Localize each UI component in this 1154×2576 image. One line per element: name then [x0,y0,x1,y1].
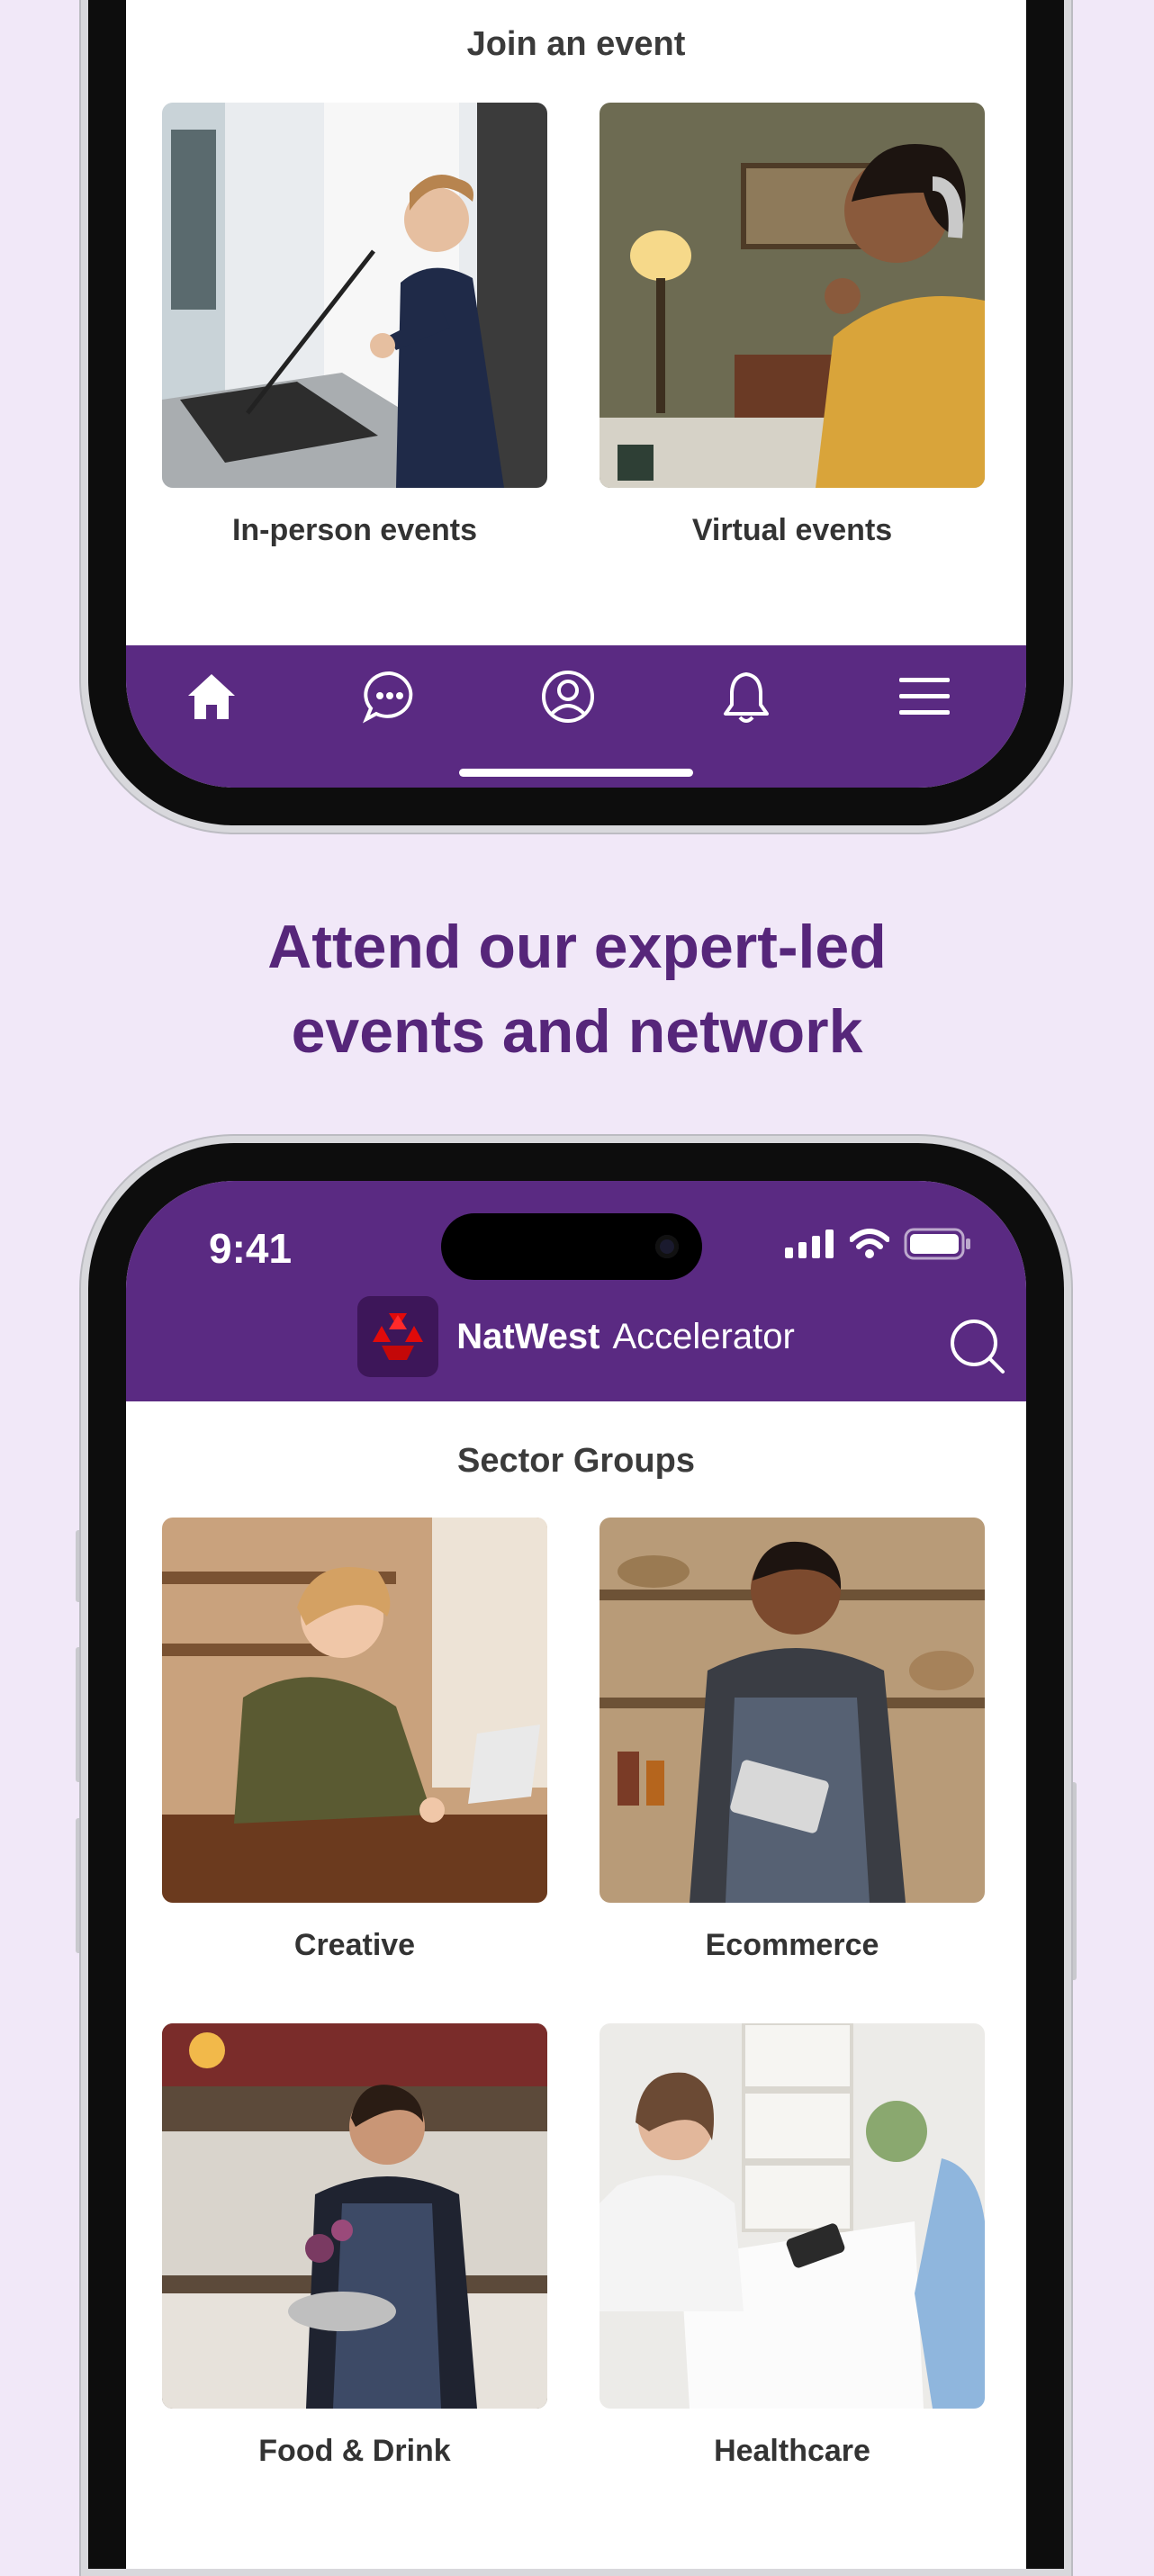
nav-menu[interactable] [893,665,956,728]
card-ecommerce[interactable]: Ecommerce [600,1518,985,1963]
top-phone-bezel: Join an event In-person events Virtual e… [88,0,1064,825]
card-food-and-drink[interactable]: Food & Drink [162,2023,547,2469]
card-label: Food & Drink [258,2434,451,2468]
healthcare-image [600,2023,985,2409]
front-camera [655,1235,679,1258]
search-button[interactable] [947,1316,1006,1375]
card-healthcare[interactable]: Healthcare [600,2023,985,2469]
headline-line-2: events and network [291,997,863,1066]
card-label: Ecommerce [705,1928,879,1962]
nav-home[interactable] [180,665,243,728]
card-label: Creative [293,1928,416,1962]
ecommerce-image [600,1518,985,1903]
nav-messages[interactable] [358,665,421,728]
nav-profile[interactable] [536,665,600,728]
section-title-sector-groups: Sector Groups [457,1442,695,1480]
profile-icon [542,671,594,723]
top-phone-screen: Join an event In-person events Virtual e… [126,0,1026,788]
card-virtual-events[interactable]: Virtual events [600,103,985,548]
app-header: 9:41 NatWest Accelerator [126,1181,1026,1401]
creative-image [162,1518,547,1903]
section-title-join-event: Join an event [466,25,686,63]
card-in-person-events[interactable]: In-person events [162,103,547,548]
card-label: In-person events [231,513,478,547]
bottom-phone-bezel: 9:41 NatWest Accelerator Sector Groups C… [88,1143,1064,2569]
bell-icon [724,672,769,723]
natwest-logo-icon [357,1296,439,1377]
app-brand: NatWest Accelerator [126,1296,1026,1377]
chat-icon [362,671,413,724]
headline-line-1: Attend our expert-led [267,913,887,981]
nav-notifications[interactable] [715,665,778,728]
bottom-phone-screen: 9:41 NatWest Accelerator Sector Groups C… [126,1181,1026,2569]
in-person-events-image [162,103,547,488]
marketing-headline: Attend our expert-led events and network [0,905,1154,1074]
battery-icon [904,1228,970,1260]
wifi-icon [850,1229,889,1258]
home-icon [188,674,235,719]
card-label: Healthcare [714,2434,870,2468]
card-label: Virtual events [691,513,893,547]
home-indicator [459,769,693,777]
brand-name: NatWest [456,1316,600,1356]
bottom-navigation-bar [126,645,1026,788]
status-time: 9:41 [209,1225,293,1272]
bottom-phone-frame: 9:41 NatWest Accelerator Sector Groups C… [81,1136,1071,2576]
status-icons [785,1228,972,1260]
search-icon [951,1320,1005,1374]
menu-icon [899,678,950,715]
cellular-signal-icon [785,1229,834,1258]
brand-subtitle: Accelerator [612,1316,795,1356]
top-phone-frame: Join an event In-person events Virtual e… [81,0,1071,833]
virtual-events-image [600,103,985,488]
card-creative[interactable]: Creative [162,1518,547,1963]
dynamic-island [441,1213,702,1280]
food-and-drink-image [162,2023,547,2409]
